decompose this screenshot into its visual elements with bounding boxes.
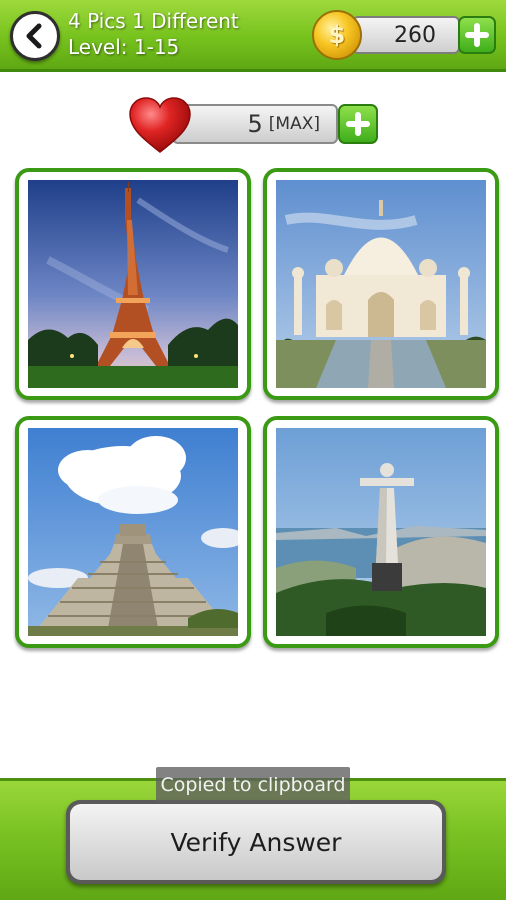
heart-icon [129, 97, 191, 153]
plus-icon [346, 112, 370, 136]
coin-symbol: $ [328, 21, 346, 49]
verify-answer-face: Verify Answer [70, 804, 442, 880]
coin-counter: 260 [352, 16, 460, 54]
verify-answer-button[interactable]: Verify Answer [66, 800, 446, 884]
back-button[interactable] [10, 11, 60, 61]
game-screen: 4 Pics 1 Different Level: 1-15 260 $ 5 [… [0, 0, 506, 900]
lives-count: 5 [247, 110, 263, 138]
add-coins-button[interactable] [458, 16, 496, 54]
christ-the-redeemer-image [276, 428, 486, 636]
picture-tile-1[interactable] [15, 168, 251, 400]
eiffel-tower-image [28, 180, 238, 388]
pyramid-image [28, 428, 238, 636]
game-title: 4 Pics 1 Different [68, 9, 239, 33]
add-lives-button[interactable] [338, 104, 378, 144]
picture-tile-4[interactable] [263, 416, 499, 648]
copied-toast: Copied to clipboard [156, 767, 350, 803]
lives-max-label: [MAX] [268, 114, 320, 134]
picture-tile-2[interactable] [263, 168, 499, 400]
title-block: 4 Pics 1 Different Level: 1-15 [68, 8, 239, 60]
picture-tile-3[interactable] [15, 416, 251, 648]
lives-counter: 5 [MAX] [172, 104, 338, 144]
toast-text: Copied to clipboard [160, 774, 346, 796]
top-bar: 4 Pics 1 Different Level: 1-15 260 $ [0, 0, 506, 72]
verify-answer-label: Verify Answer [170, 827, 342, 857]
level-label: Level: 1-15 [68, 35, 180, 59]
plus-icon [465, 23, 489, 47]
coin-icon: $ [312, 10, 362, 60]
coin-count: 260 [394, 22, 436, 48]
taj-mahal-image [276, 180, 486, 388]
back-arrow-icon [26, 23, 42, 49]
